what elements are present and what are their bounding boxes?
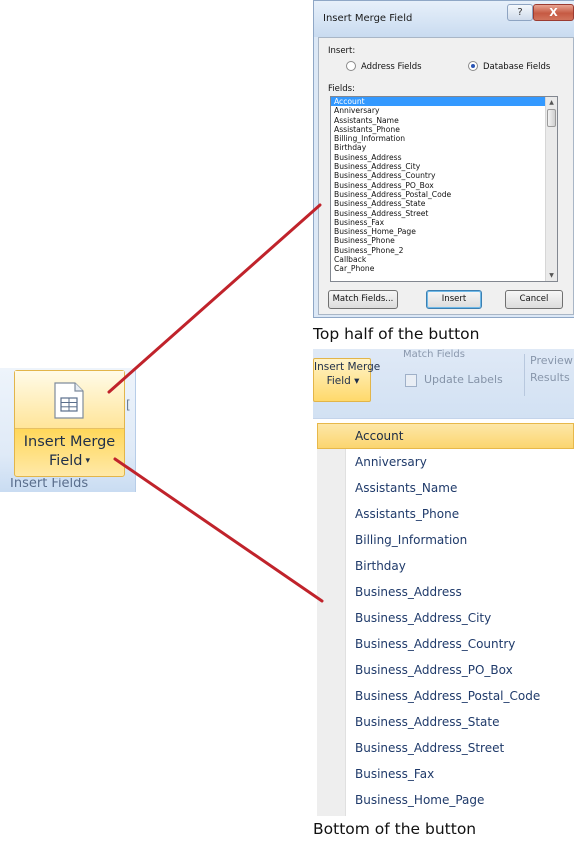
match-fields-button[interactable]: Match Fields... — [328, 290, 398, 309]
field-list-item[interactable]: Birthday — [331, 143, 557, 152]
mini-button-label-line2: Field ▾ — [326, 375, 360, 387]
field-list-item[interactable]: Business_Address_Country — [331, 171, 557, 180]
cancel-button[interactable]: Cancel — [505, 290, 563, 309]
field-list-item[interactable]: Business_Fax — [331, 218, 557, 227]
merge-field-menu-item[interactable]: Business_Address_Country — [317, 631, 574, 657]
field-list-item[interactable]: Business_Address_City — [331, 162, 557, 171]
merge-field-menu-item[interactable]: Birthday — [317, 553, 574, 579]
scroll-up-icon[interactable]: ▲ — [546, 97, 557, 108]
field-list-item[interactable]: Business_Address_Postal_Code — [331, 190, 557, 199]
insert-merge-field-dropdown-panel: Insert Merge Field ▾ Match Fields Update… — [313, 349, 574, 816]
field-list-item[interactable]: Anniversary — [331, 106, 557, 115]
ribbon-group-insert-fields: Insert Merge Field ▾ [ Insert Fields — [0, 368, 140, 492]
ribbon-group-label: Insert Fields — [0, 478, 136, 492]
insert-merge-field-top-half[interactable] — [15, 371, 124, 429]
merge-field-menu-item[interactable]: Business_Address_Postal_Code — [317, 683, 574, 709]
mini-insert-merge-field-button[interactable]: Insert Merge Field ▾ — [313, 358, 381, 402]
dialog-title: Insert Merge Field — [323, 13, 413, 24]
field-list-item[interactable]: Business_Phone — [331, 236, 557, 245]
scrollbar-thumb[interactable] — [547, 109, 556, 127]
field-list-item[interactable]: Account — [331, 97, 557, 107]
field-list-item[interactable]: Callback — [331, 255, 557, 264]
radio-address-fields[interactable]: Address Fields — [346, 61, 422, 73]
field-list-item[interactable]: Business_Address — [331, 153, 557, 162]
field-list-item[interactable]: Business_Address_State — [331, 199, 557, 208]
merge-field-menu-item[interactable]: Business_Fax — [317, 761, 574, 787]
field-list-item[interactable]: Billing_Information — [331, 134, 557, 143]
merge-field-menu-item[interactable]: Business_Home_Page — [317, 787, 574, 813]
dropdown-arrow-icon: ▾ — [85, 456, 90, 466]
ribbon-separator — [524, 354, 525, 396]
merge-field-menu-item[interactable]: Account — [317, 423, 574, 449]
scroll-down-icon[interactable]: ▼ — [546, 270, 557, 281]
insert-button[interactable]: Insert — [426, 290, 482, 309]
insert-merge-field-dialog: Insert Merge Field ? X Insert: Address F… — [313, 0, 574, 318]
field-list-item[interactable]: Business_Address_PO_Box — [331, 181, 557, 190]
merge-field-document-icon — [54, 382, 84, 419]
field-list-item[interactable]: Business_Phone_2 — [331, 246, 557, 255]
merge-field-menu-item[interactable]: Business_Address — [317, 579, 574, 605]
connector-line-top — [107, 203, 322, 394]
close-button[interactable]: X — [533, 4, 574, 21]
fields-label: Fields: — [328, 84, 355, 94]
preview-results-command[interactable]: Preview Results — [530, 352, 573, 386]
field-list-item[interactable]: Assistants_Name — [331, 116, 557, 125]
match-fields-command[interactable]: Match Fields — [403, 349, 465, 360]
merge-field-menu-item[interactable]: Billing_Information — [317, 527, 574, 553]
insert-label: Insert: — [328, 46, 356, 56]
merge-field-menu-item[interactable]: Business_Address_City — [317, 605, 574, 631]
update-labels-label: Update Labels — [424, 373, 503, 386]
fields-scrollbar[interactable]: ▲ ▼ — [545, 97, 557, 281]
caption-top: Top half of the button — [313, 325, 480, 343]
field-list-item[interactable]: Assistants_Phone — [331, 125, 557, 134]
radio-address-indicator[interactable] — [346, 61, 356, 71]
mini-ribbon-strip: Insert Merge Field ▾ Match Fields Update… — [313, 349, 574, 419]
radio-database-fields[interactable]: Database Fields — [468, 61, 550, 73]
dialog-titlebar: Insert Merge Field ? X — [314, 1, 574, 37]
merge-field-menu-item[interactable]: Anniversary — [317, 449, 574, 475]
fields-list-items: Account Anniversary Assistants_Name Assista… — [331, 97, 557, 274]
merge-field-menu-item[interactable]: Business_Address_State — [317, 709, 574, 735]
radio-database-label: Database Fields — [483, 62, 551, 72]
update-labels-icon — [405, 374, 417, 387]
insert-merge-field-label-line2: Field — [49, 453, 83, 469]
ribbon-group-label-text: Insert Fields — [10, 478, 89, 491]
radio-address-label: Address Fields — [361, 62, 422, 72]
ribbon-edge-fragment: [ — [126, 398, 131, 412]
merge-field-menu-item[interactable]: Assistants_Name — [317, 475, 574, 501]
merge-field-menu-item[interactable]: Business_Address_Street — [317, 735, 574, 761]
field-list-item[interactable]: Business_Home_Page — [331, 227, 557, 236]
preview-label-line2: Results — [530, 371, 570, 384]
dialog-body: Insert: Address Fields Database Fields F… — [318, 37, 574, 315]
connector-line-bottom — [113, 457, 324, 603]
help-button[interactable]: ? — [507, 4, 533, 21]
insert-merge-field-button[interactable]: Insert Merge Field ▾ — [14, 370, 125, 477]
insert-merge-field-label-line1: Insert Merge — [23, 434, 116, 450]
field-list-item[interactable]: Business_Address_Street — [331, 209, 557, 218]
field-list-item[interactable]: Car_Phone — [331, 264, 557, 273]
radio-database-indicator[interactable] — [468, 61, 478, 71]
merge-field-menu-item[interactable]: Business_Address_PO_Box — [317, 657, 574, 683]
insert-merge-field-bottom-half[interactable]: Insert Merge Field ▾ — [15, 433, 124, 471]
mini-button-label-line1: Insert Merge — [314, 361, 381, 373]
merge-field-menu: Account Anniversary Assistants_Name Assista… — [313, 423, 574, 816]
preview-label-line1: Preview — [530, 354, 573, 367]
fields-listbox[interactable]: Account Anniversary Assistants_Name Assista… — [330, 96, 558, 282]
caption-bottom: Bottom of the button — [313, 820, 477, 838]
merge-field-menu-item[interactable]: Assistants_Phone — [317, 501, 574, 527]
